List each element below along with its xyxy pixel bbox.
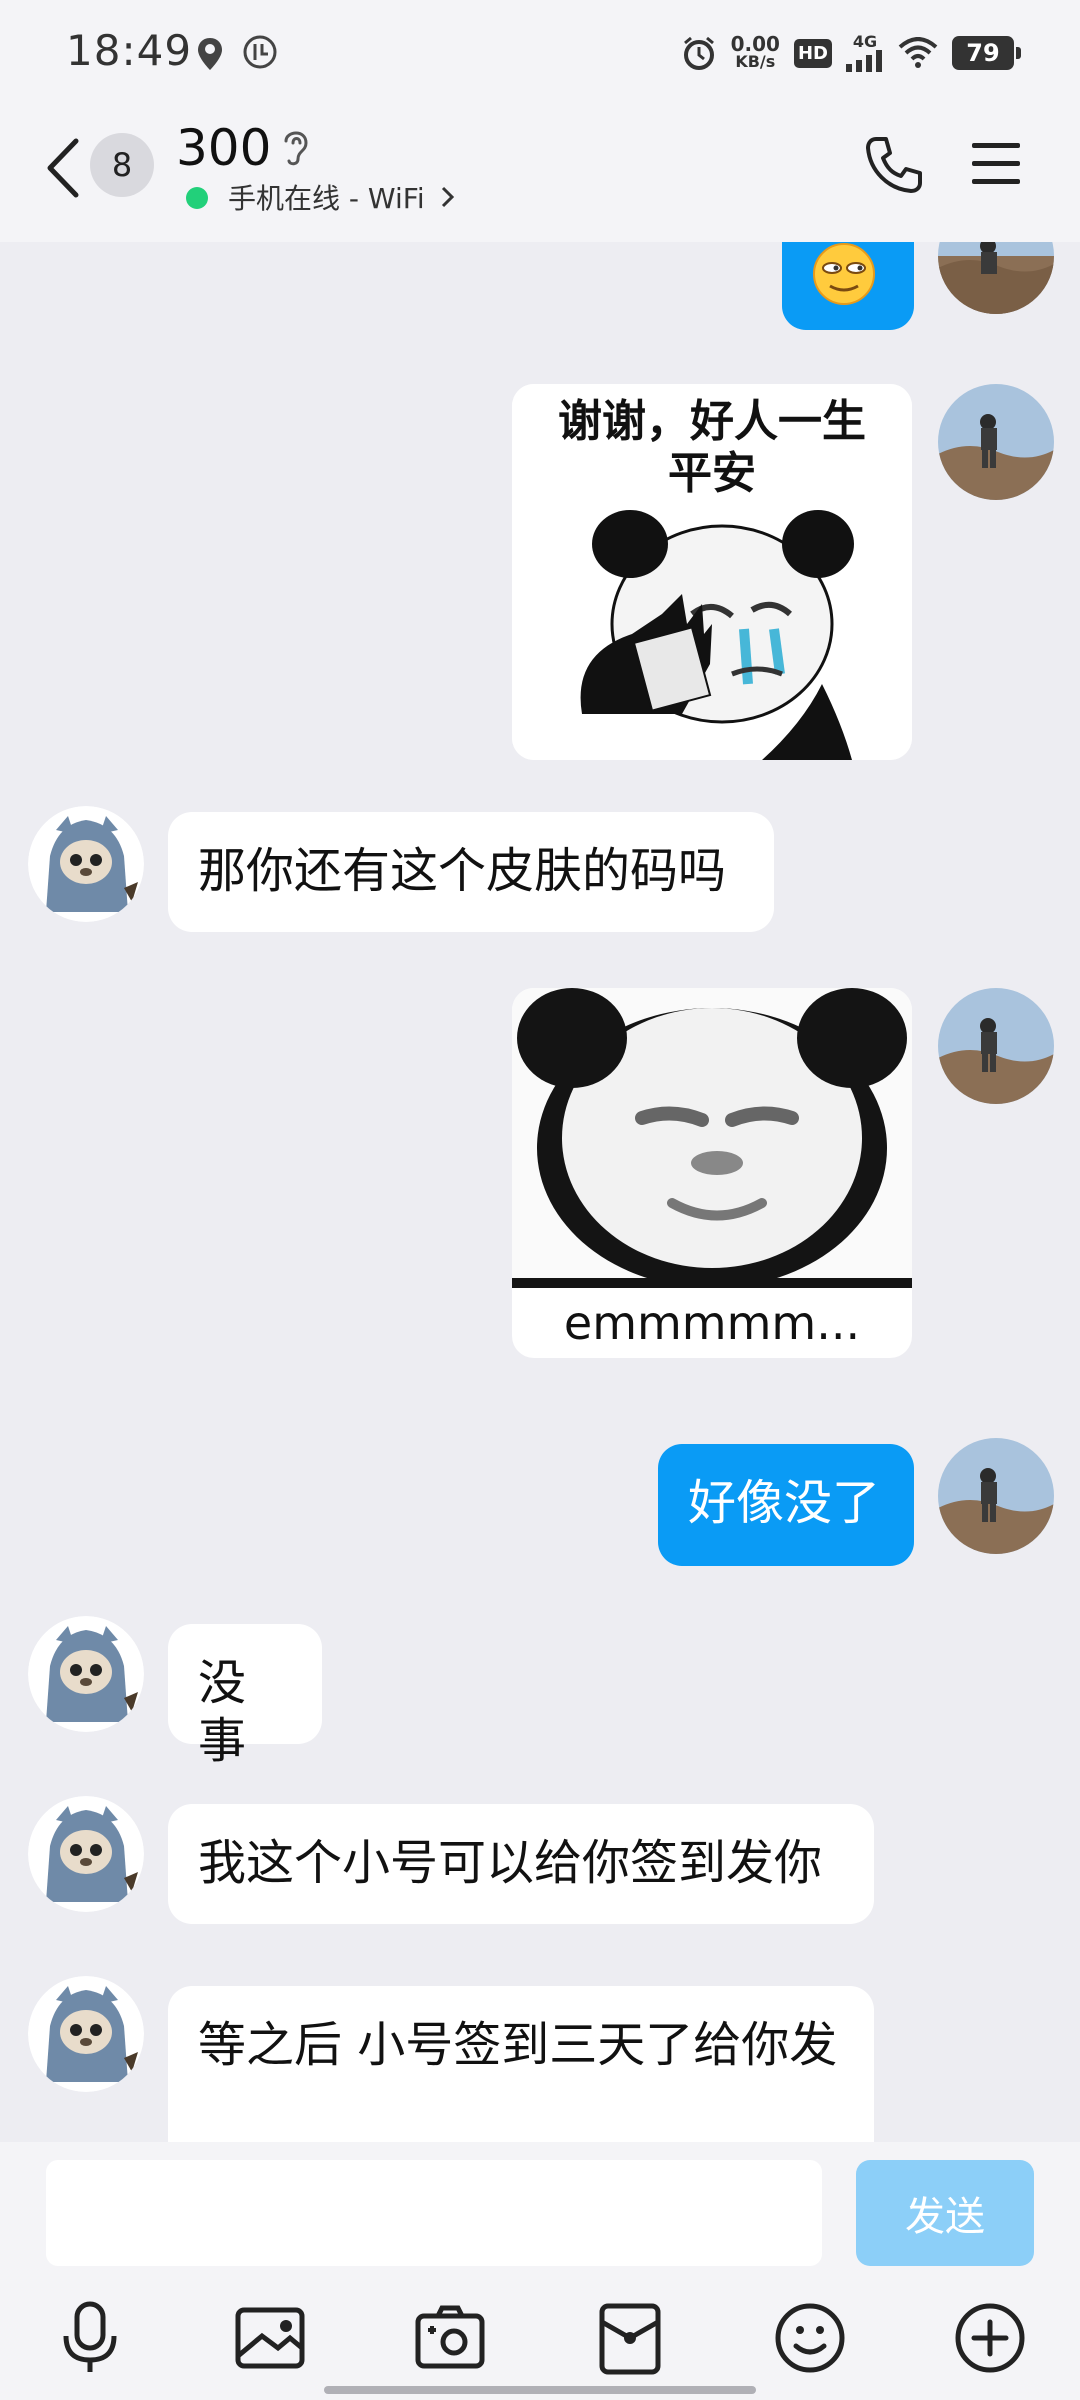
online-status-text[interactable]: 手机在线 - WiFi	[228, 177, 425, 217]
my-avatar[interactable]	[938, 242, 1054, 314]
mic-icon[interactable]	[50, 2298, 130, 2378]
menu-icon[interactable]	[970, 141, 1022, 187]
red-packet-icon[interactable]	[590, 2298, 670, 2378]
signal-icon	[846, 50, 882, 72]
my-avatar[interactable]	[938, 384, 1054, 500]
contact-avatar[interactable]	[28, 1796, 144, 1912]
battery-indicator: 79	[952, 36, 1021, 70]
contact-name[interactable]: 300	[176, 119, 271, 177]
sticker-message-sent[interactable]: 谢谢，好人一生 平安	[512, 384, 912, 760]
sticker-message-sent[interactable]: emmmmm...	[512, 988, 912, 1358]
phone-call-icon[interactable]	[862, 133, 926, 197]
message-list[interactable]: 谢谢，好人一生 平安 那你还有这个皮肤的码吗 emmmmm... 好像没了 没事…	[0, 242, 1080, 2142]
my-avatar[interactable]	[938, 1438, 1054, 1554]
message-bubble-sent[interactable]: 好像没了	[658, 1444, 914, 1566]
sly-smile-emoji-icon	[813, 243, 875, 305]
send-button[interactable]: 发送	[856, 2160, 1034, 2266]
net-speed: 0.00 KB/s	[730, 32, 780, 71]
back-arrow-icon[interactable]	[40, 133, 90, 203]
contact-avatar[interactable]	[28, 1616, 144, 1732]
contact-avatar[interactable]	[28, 1976, 144, 2092]
chevron-right-icon[interactable]	[440, 185, 456, 209]
panda-face-sticker	[512, 988, 912, 1288]
status-time: 18:49	[66, 26, 193, 75]
message-bubble-received[interactable]: 没事	[168, 1624, 322, 1769]
image-icon[interactable]	[230, 2298, 310, 2378]
camera-icon[interactable]	[410, 2298, 490, 2378]
my-avatar[interactable]	[938, 988, 1054, 1104]
ear-mode-icon[interactable]	[278, 125, 314, 169]
plus-icon[interactable]	[950, 2298, 1030, 2378]
status-bar: 18:49 0.00 KB/s HD 4G 79	[0, 0, 1080, 105]
sticker-caption: emmmmm...	[563, 1296, 861, 1350]
contact-avatar[interactable]	[28, 806, 144, 922]
message-bubble-sent[interactable]	[782, 242, 914, 330]
svg-text:平安: 平安	[668, 448, 756, 499]
data-saver-icon	[243, 35, 277, 69]
message-bubble-received[interactable]: 那你还有这个皮肤的码吗	[168, 812, 774, 932]
home-indicator[interactable]	[324, 2386, 756, 2394]
message-bubble-received[interactable]: 我这个小号可以给你签到发你	[168, 1804, 874, 1924]
compose-area: 发送	[0, 2142, 1080, 2400]
message-input[interactable]	[46, 2160, 822, 2266]
crying-panda-sticker: 谢谢，好人一生 平安	[512, 384, 912, 760]
alarm-icon	[683, 36, 714, 70]
wifi-icon	[898, 37, 938, 68]
svg-text:谢谢，好人一生: 谢谢，好人一生	[558, 396, 866, 447]
chat-header: 8 300 手机在线 - WiFi	[0, 105, 1080, 242]
message-bubble-received[interactable]: 等之后 小号签到三天了给你发	[168, 1986, 874, 2142]
online-status-dot	[186, 187, 208, 209]
hd-badge: HD	[793, 38, 832, 68]
location-icon	[198, 38, 222, 70]
unread-count-badge[interactable]: 8	[90, 133, 154, 197]
emoji-icon[interactable]	[770, 2298, 850, 2378]
signal-indicator: 4G	[846, 34, 884, 72]
